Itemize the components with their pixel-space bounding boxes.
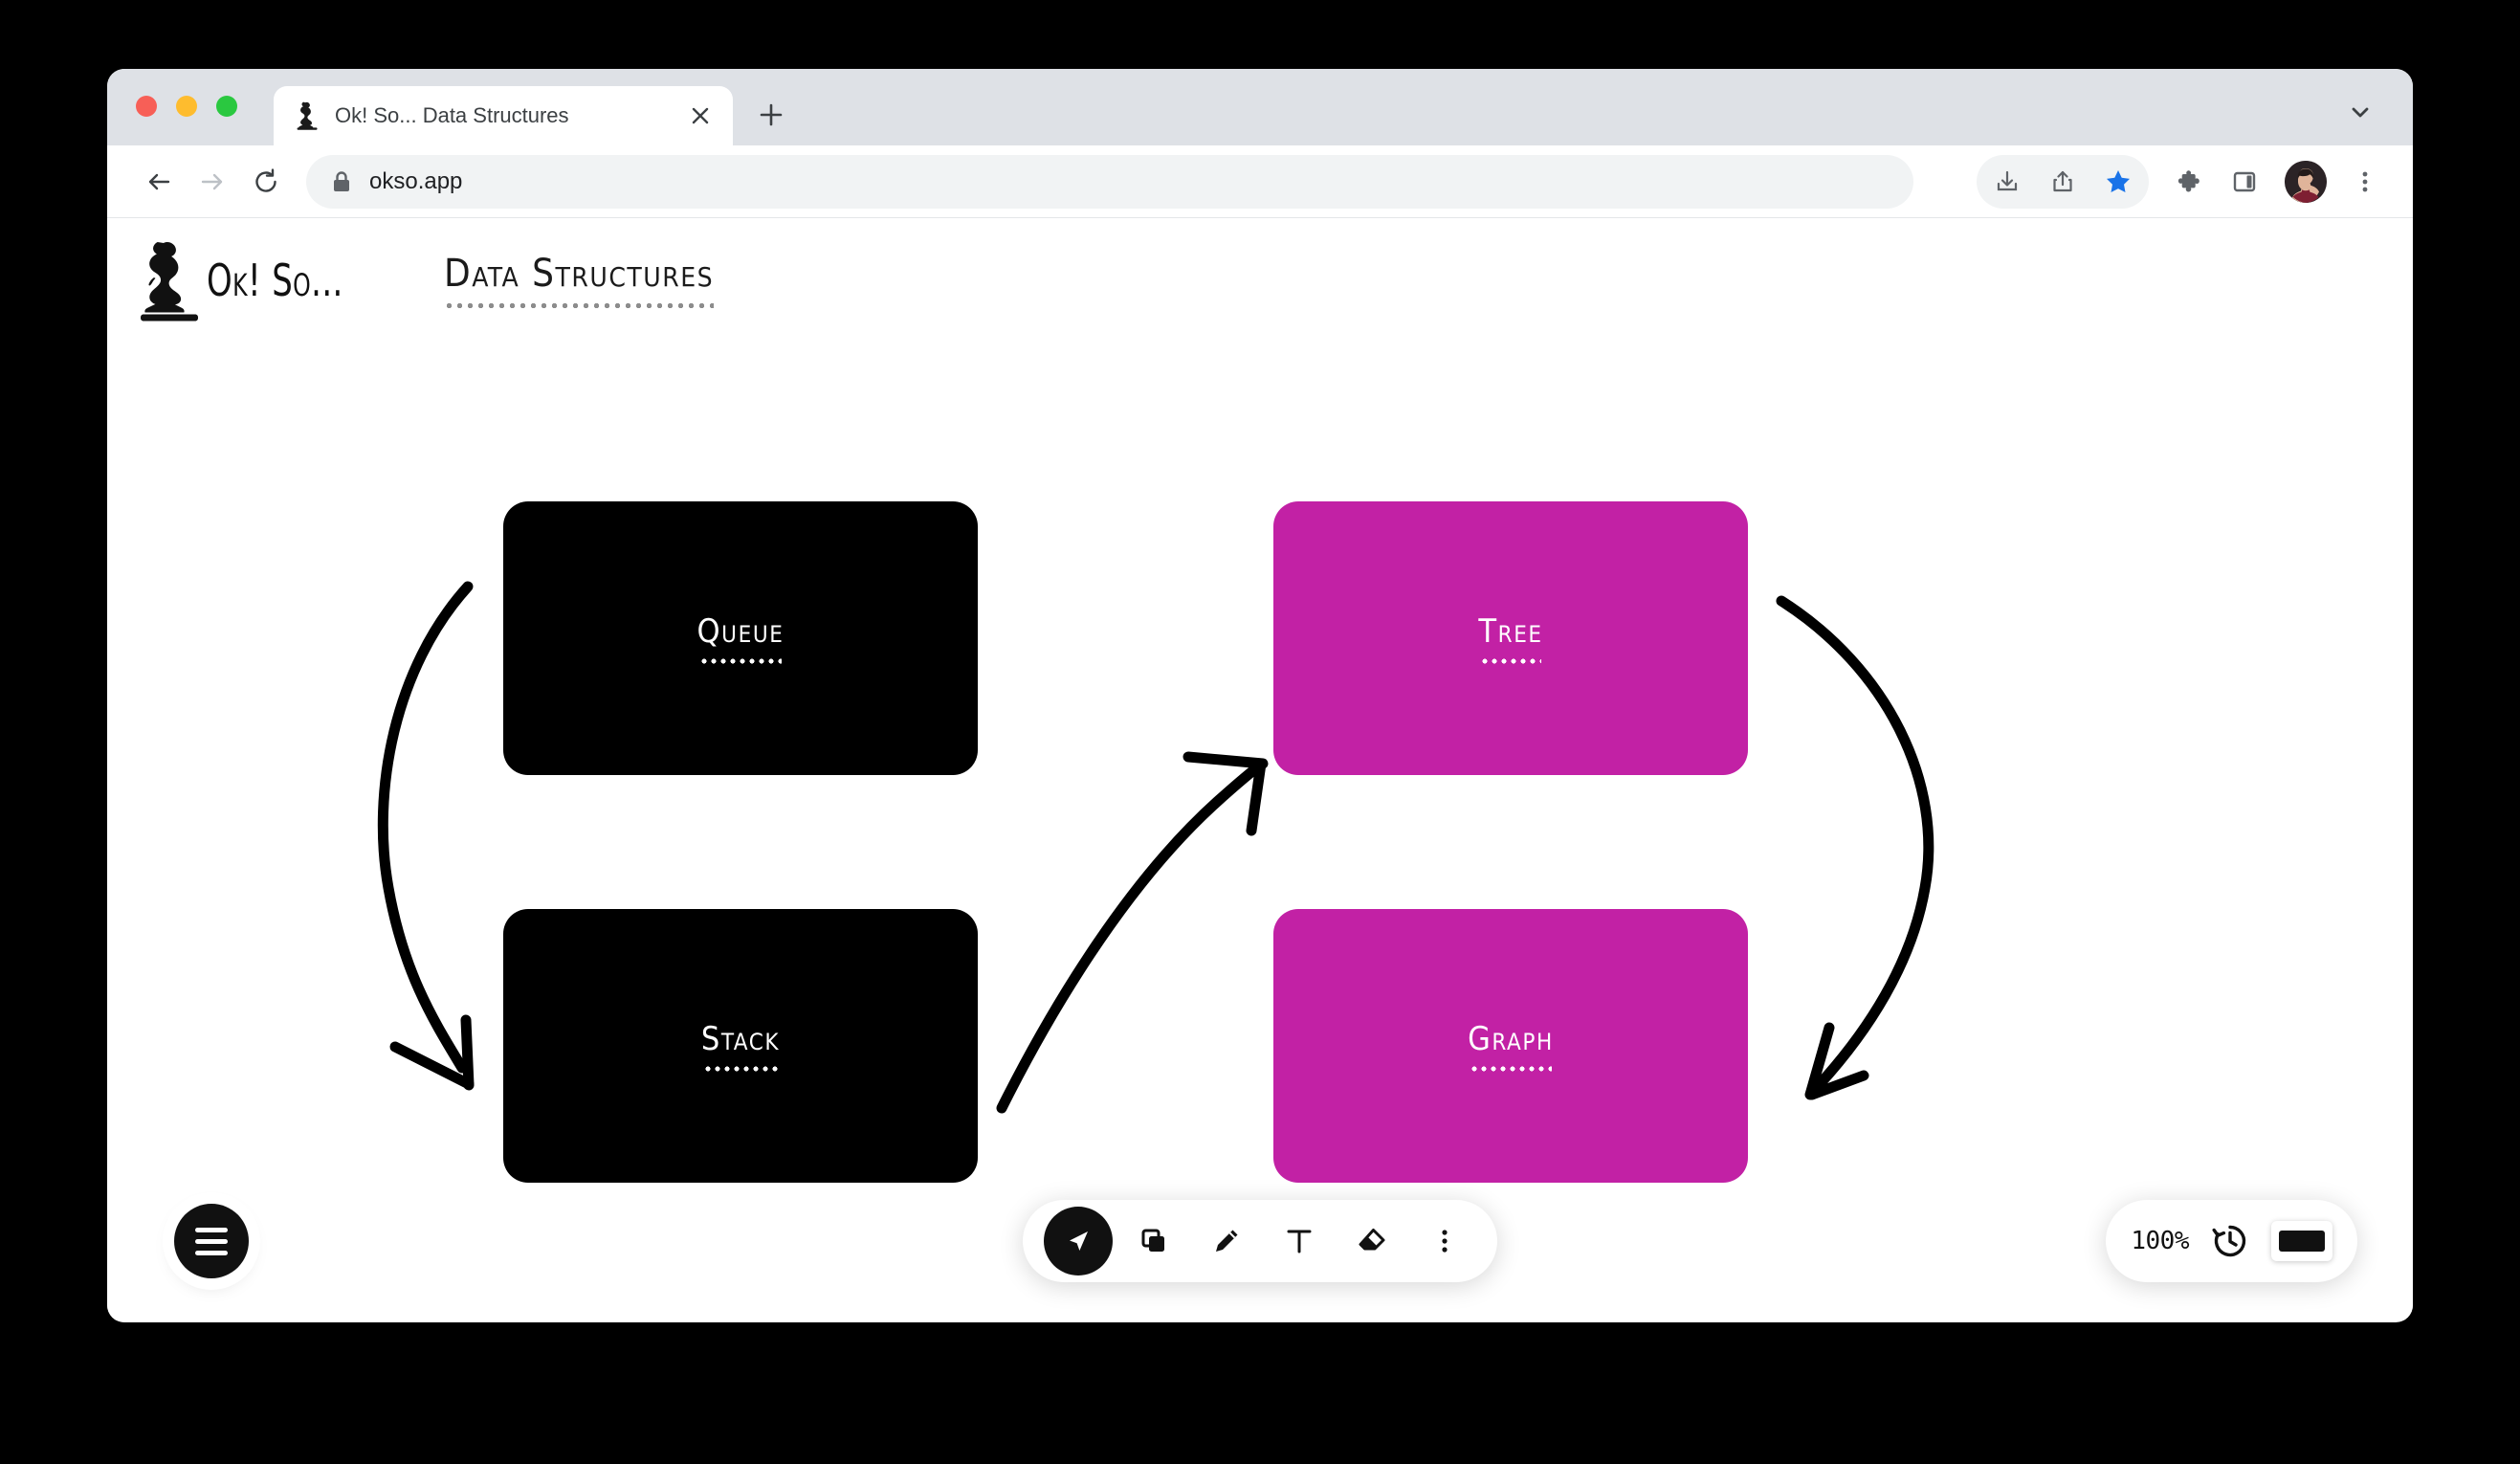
tab-title: Ok! So... Data Structures [335, 103, 569, 127]
url-text: okso.app [369, 167, 463, 194]
node-label: Tree [1478, 612, 1543, 651]
node-label-wrapper: Graph [1468, 1020, 1554, 1072]
drawing-toolbar [1023, 1200, 1497, 1282]
node-label-wrapper: Tree [1478, 612, 1542, 664]
more-tools[interactable] [1413, 1209, 1476, 1273]
back-arrow-icon [148, 173, 170, 189]
download-icon[interactable] [1982, 157, 2032, 207]
browser-actions [1977, 154, 2390, 209]
close-icon [692, 107, 709, 124]
hamburger-menu-button[interactable] [174, 1204, 249, 1278]
page-viewport: Ok! So... Data Structures Queue Stack Tr… [107, 218, 2413, 1320]
avatar[interactable] [2285, 160, 2327, 203]
browser-tab[interactable]: Ok! So... Data Structures [274, 86, 733, 145]
forward-arrow-icon [201, 173, 223, 189]
current-color-swatch [2279, 1231, 2325, 1252]
node-stack[interactable]: Stack [503, 909, 978, 1183]
new-tab-button[interactable] [746, 90, 796, 140]
forward-button[interactable] [186, 155, 239, 209]
address-bar[interactable]: okso.app [306, 154, 1913, 209]
extensions-puzzle-icon[interactable] [2166, 157, 2216, 207]
arrow-layer [377, 581, 1934, 1114]
window-traffic-lights [136, 69, 237, 145]
shape-tool[interactable] [1122, 1209, 1185, 1273]
node-label-wrapper: Stack [701, 1020, 780, 1072]
chevron-down-icon [2352, 107, 2369, 118]
node-label: Graph [1468, 1020, 1554, 1058]
omnibox-action-pill [1977, 154, 2149, 209]
node-label: Queue [696, 612, 785, 651]
minimize-window-button[interactable] [176, 96, 197, 117]
zoom-level[interactable]: 100% [2131, 1227, 2189, 1255]
chrome-menu-icon[interactable] [2340, 157, 2390, 207]
node-label: Stack [700, 1020, 781, 1058]
node-queue[interactable]: Queue [503, 501, 978, 775]
node-label-underline [702, 1066, 779, 1072]
history-restore-icon[interactable] [2210, 1221, 2250, 1261]
maximize-window-button[interactable] [216, 96, 237, 117]
arrow-queue-to-stack [377, 581, 475, 1091]
back-button[interactable] [132, 155, 186, 209]
zoom-toolbar: 100% [2106, 1200, 2357, 1282]
arrow-tree-to-graph [1776, 595, 1934, 1100]
arrow-stack-to-tree [996, 751, 1269, 1114]
text-T-icon [1287, 1230, 1312, 1253]
close-tab-button[interactable] [687, 102, 714, 129]
lock-icon [331, 169, 352, 194]
eraser-tool[interactable] [1340, 1209, 1404, 1273]
node-label-underline [1470, 1066, 1552, 1072]
reload-icon [255, 167, 276, 192]
thinker-statue-favicon [297, 101, 318, 130]
shapes-icon [1141, 1229, 1164, 1252]
plus-icon [760, 103, 783, 126]
node-label-underline [1480, 658, 1541, 664]
three-dots-vertical-icon [1442, 1230, 1448, 1253]
tab-list-button[interactable] [2334, 86, 2386, 138]
omnibox-toolbar: okso.app [107, 145, 2413, 218]
bookmark-star-icon[interactable] [2093, 157, 2143, 207]
node-label-wrapper: Queue [697, 612, 785, 664]
tab-strip: Ok! So... Data Structures [107, 69, 2413, 145]
color-swatch-button[interactable] [2271, 1221, 2332, 1261]
close-window-button[interactable] [136, 96, 157, 117]
reload-button[interactable] [239, 155, 293, 209]
eraser-icon [1359, 1229, 1385, 1251]
pencil-tool[interactable] [1195, 1209, 1258, 1273]
text-tool[interactable] [1268, 1209, 1331, 1273]
browser-window: Ok! So... Data Structures okso.app Ok! S… [107, 69, 2413, 1322]
drawing-canvas[interactable]: Queue Stack Tree Graph [107, 218, 2413, 1320]
side-panel-icon[interactable] [2220, 157, 2269, 207]
cursor-navigation-icon [1070, 1231, 1088, 1251]
node-graph[interactable]: Graph [1273, 909, 1748, 1183]
share-icon[interactable] [2038, 157, 2088, 207]
select-tool[interactable] [1044, 1207, 1113, 1275]
node-label-underline [698, 658, 783, 664]
pencil-icon [1216, 1230, 1238, 1252]
node-tree[interactable]: Tree [1273, 501, 1748, 775]
hamburger-icon [195, 1227, 228, 1255]
